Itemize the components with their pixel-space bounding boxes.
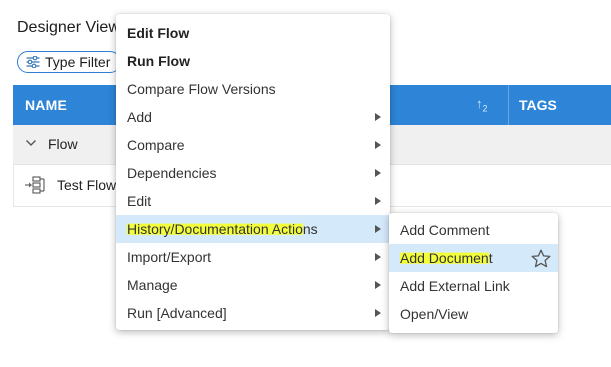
menu-item-label: Manage — [127, 277, 178, 293]
menu-item-label: Compare Flow Versions — [127, 81, 276, 97]
group-label: Flow — [48, 136, 78, 152]
flow-name[interactable]: Test Flow — [57, 177, 116, 193]
sort-indicator[interactable]: ↑2 — [476, 96, 488, 114]
submenu-item-add-external-link[interactable]: Add External Link — [389, 272, 558, 300]
menu-item-label: Edit — [127, 193, 152, 209]
menu-item-history-documentation-actions[interactable]: History/Documentation Actions — [116, 215, 390, 243]
column-divider[interactable] — [508, 85, 509, 125]
submenu-arrow-icon — [375, 253, 381, 261]
submenu-item-open-view[interactable]: Open/View — [389, 300, 558, 328]
menu-item-run-flow[interactable]: Run Flow — [116, 47, 390, 75]
page-title: Designer View — [17, 19, 120, 36]
menu-item-compare-flow-versions[interactable]: Compare Flow Versions — [116, 75, 390, 103]
column-header-name[interactable]: NAME — [25, 97, 67, 113]
type-filter-label: Type Filter — [45, 54, 111, 70]
submenu-item-add-comment[interactable]: Add Comment — [389, 216, 558, 244]
menu-item-label: Add External Link — [400, 278, 510, 294]
submenu-arrow-icon — [375, 225, 381, 233]
menu-item-label: Add Comment — [400, 222, 490, 238]
star-outline-icon[interactable] — [531, 249, 551, 268]
menu-item-compare[interactable]: Compare — [116, 131, 390, 159]
menu-item-label: Run [Advanced] — [127, 305, 227, 321]
menu-item-dependencies[interactable]: Dependencies — [116, 159, 390, 187]
flow-icon — [25, 176, 45, 194]
submenu-arrow-icon — [375, 141, 381, 149]
sort-index: 2 — [482, 103, 488, 114]
submenu-arrow-icon — [375, 197, 381, 205]
menu-item-label: Run Flow — [127, 53, 190, 69]
submenu-arrow-icon — [375, 309, 381, 317]
menu-item-label: Edit Flow — [127, 25, 190, 41]
submenu-item-add-document[interactable]: Add Document — [389, 244, 558, 272]
menu-item-edit-flow[interactable]: Edit Flow — [116, 19, 390, 47]
menu-item-edit[interactable]: Edit — [116, 187, 390, 215]
context-menu: Edit Flow Run Flow Compare Flow Versions… — [116, 14, 390, 330]
menu-item-manage[interactable]: Manage — [116, 271, 390, 299]
menu-item-add[interactable]: Add — [116, 103, 390, 131]
history-documentation-submenu: Add Comment Add Document Add External Li… — [389, 213, 558, 333]
highlighted-text: History/Documentation Actio — [127, 221, 303, 237]
menu-item-label: Dependencies — [127, 165, 217, 181]
menu-item-label: Add Document — [400, 250, 493, 266]
sliders-icon — [26, 56, 40, 68]
menu-item-label: Add — [127, 109, 152, 125]
chevron-down-icon[interactable] — [25, 138, 37, 148]
menu-item-label: Open/View — [400, 306, 469, 322]
menu-item-import-export[interactable]: Import/Export — [116, 243, 390, 271]
submenu-arrow-icon — [375, 169, 381, 177]
label-remainder: ns — [302, 221, 318, 237]
submenu-arrow-icon — [375, 113, 381, 121]
menu-item-run-advanced[interactable]: Run [Advanced] — [116, 299, 390, 327]
menu-item-label: Compare — [127, 137, 185, 153]
menu-item-label: History/Documentation Actions — [127, 221, 318, 237]
column-header-tags[interactable]: TAGS — [519, 97, 557, 113]
label-remainder: t — [488, 250, 493, 266]
highlighted-text: Add Documen — [400, 250, 489, 266]
type-filter-button[interactable]: Type Filter — [17, 51, 122, 73]
submenu-arrow-icon — [375, 281, 381, 289]
menu-item-label: Import/Export — [127, 249, 212, 265]
